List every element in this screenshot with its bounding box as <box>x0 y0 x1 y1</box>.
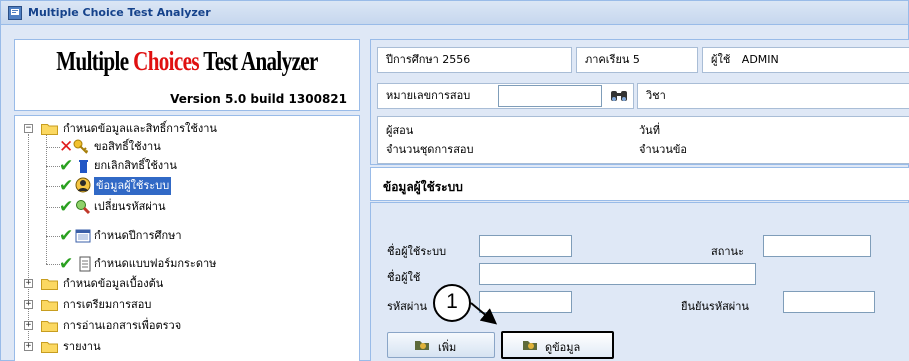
app-window: Multiple Choice Test Analyzer Multiple C… <box>0 0 909 361</box>
callout-number: 1 <box>433 284 471 322</box>
